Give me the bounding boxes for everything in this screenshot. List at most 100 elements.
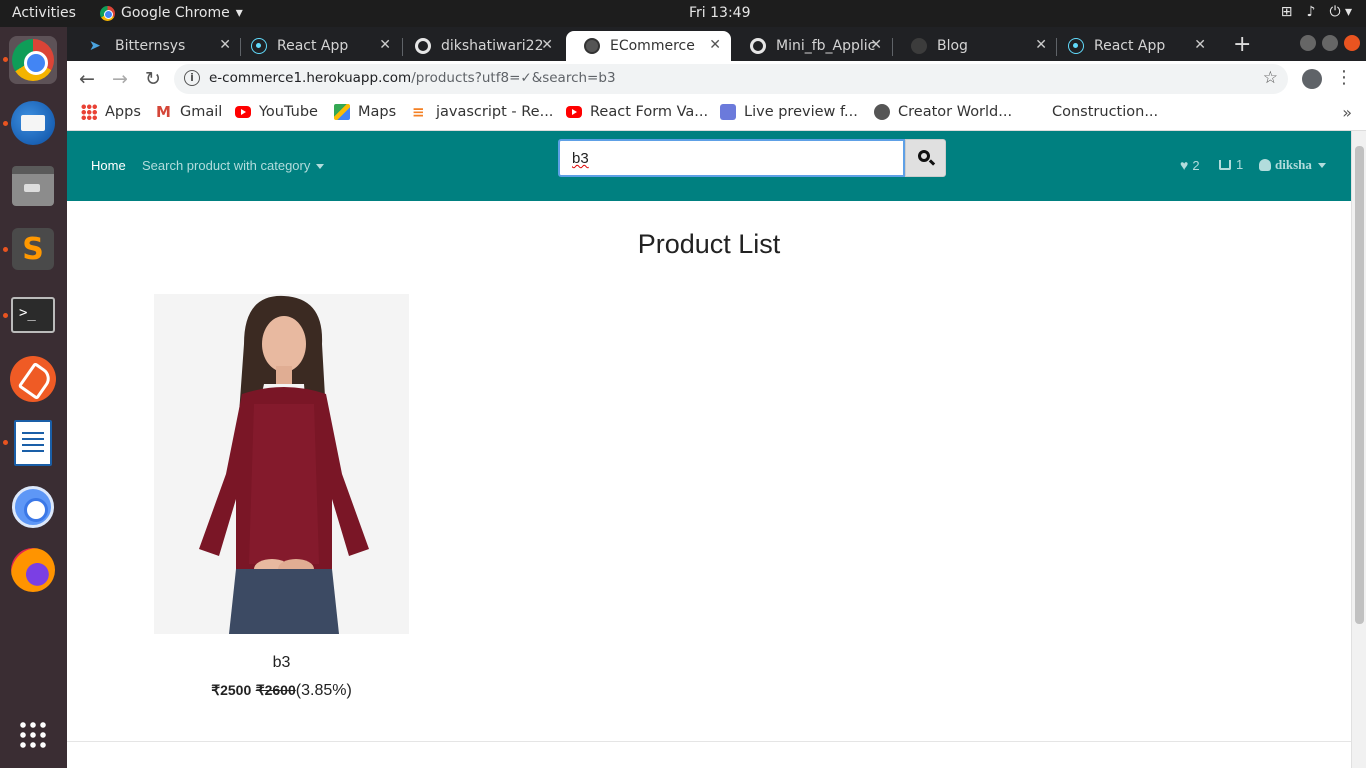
bookmarks-overflow-icon[interactable]: » bbox=[1342, 103, 1352, 122]
app-grid-icon bbox=[18, 720, 48, 750]
reload-button[interactable]: ↻ bbox=[145, 68, 161, 90]
search-input[interactable]: b3 bbox=[558, 139, 905, 177]
profile-avatar-icon[interactable] bbox=[1302, 69, 1322, 89]
tab-blog[interactable]: Blog ✕ bbox=[893, 31, 1057, 61]
terminal-icon: >_ bbox=[11, 297, 55, 333]
bookmark-label: Maps bbox=[358, 104, 397, 120]
close-icon[interactable]: ✕ bbox=[541, 37, 553, 53]
dock-sublime[interactable]: S bbox=[9, 225, 57, 273]
bookmark-javascript[interactable]: ≡ javascript - Re... bbox=[412, 104, 553, 120]
postman-icon bbox=[10, 356, 56, 402]
page-viewport: Home Search product with category b3 ♥ 2 … bbox=[67, 131, 1366, 768]
bookmark-maps[interactable]: Maps bbox=[334, 104, 396, 120]
user-icon bbox=[1259, 159, 1271, 171]
running-indicator bbox=[3, 57, 8, 62]
wishlist-link[interactable]: ♥ 2 bbox=[1180, 157, 1200, 173]
close-icon[interactable]: ✕ bbox=[1035, 37, 1047, 53]
dock-terminal[interactable]: >_ bbox=[9, 291, 57, 339]
dock-writer[interactable] bbox=[9, 419, 57, 467]
bookmark-label: javascript - Re... bbox=[436, 104, 554, 120]
product-card[interactable]: b3 ₹2500 ₹2600(3.85%) bbox=[154, 294, 409, 700]
power-icon[interactable]: ⏻ ▾ bbox=[1329, 4, 1352, 20]
window-controls bbox=[1300, 35, 1360, 51]
product-name[interactable]: b3 bbox=[154, 654, 409, 672]
search-icon-handle bbox=[928, 159, 936, 166]
system-tray[interactable]: ⊞ ♪ ⏻ ▾ bbox=[1281, 4, 1352, 20]
page-scrollbar[interactable] bbox=[1351, 131, 1366, 768]
volume-icon[interactable]: ♪ bbox=[1307, 4, 1316, 20]
tab-react-app[interactable]: React App ✕ bbox=[233, 31, 401, 61]
close-window-button[interactable] bbox=[1344, 35, 1360, 51]
user-menu[interactable]: diksha bbox=[1259, 157, 1326, 173]
network-icon[interactable]: ⊞ bbox=[1281, 4, 1293, 20]
address-bar[interactable]: i e-commerce1.herokuapp.com/products?utf… bbox=[174, 64, 1288, 94]
nav-home-link[interactable]: Home bbox=[91, 158, 126, 173]
bookmark-label: Gmail bbox=[180, 104, 223, 120]
scrollbar-thumb[interactable] bbox=[1355, 146, 1364, 624]
info-icon[interactable]: i bbox=[184, 70, 200, 86]
tab-ecommerce[interactable]: ECommerce ✕ bbox=[566, 31, 731, 61]
url-text[interactable]: e-commerce1.herokuapp.com/products?utf8=… bbox=[209, 70, 616, 86]
thunderbird-icon bbox=[11, 101, 55, 145]
maximize-button[interactable] bbox=[1322, 35, 1338, 51]
heart-icon: ♥ bbox=[1180, 157, 1189, 173]
dock-files[interactable] bbox=[9, 162, 57, 210]
bookmark-apps[interactable]: Apps bbox=[81, 104, 141, 120]
original-price: ₹2600 bbox=[255, 682, 296, 698]
chrome-icon bbox=[100, 5, 115, 21]
close-icon[interactable]: ✕ bbox=[219, 37, 231, 53]
close-icon[interactable]: ✕ bbox=[1194, 37, 1206, 53]
sublime-text-icon: S bbox=[12, 228, 54, 270]
app-menu[interactable]: Google Chrome ▾ bbox=[100, 5, 243, 21]
bookmark-creator-world[interactable]: Creator World... bbox=[874, 104, 1012, 120]
cart-icon bbox=[1219, 159, 1231, 170]
react-icon bbox=[1068, 38, 1084, 54]
search-input-value: b3 bbox=[572, 150, 589, 167]
show-applications-button[interactable] bbox=[9, 711, 57, 759]
menu-kebab-icon[interactable]: ⋮ bbox=[1335, 67, 1353, 88]
activities-button[interactable]: Activities bbox=[12, 5, 76, 21]
tab-github-mini-fb[interactable]: Mini_fb_Applic ✕ bbox=[732, 31, 892, 61]
tab-react-app-2[interactable]: React App ✕ bbox=[1050, 31, 1216, 61]
back-button[interactable]: ← bbox=[79, 68, 95, 90]
bookmark-live-preview[interactable]: Live preview f... bbox=[720, 104, 858, 120]
gmail-icon: M bbox=[156, 103, 171, 121]
youtube-icon bbox=[566, 106, 582, 118]
app-menu-label: Google Chrome bbox=[121, 5, 230, 21]
live-preview-icon bbox=[720, 104, 736, 120]
bookmark-label: React Form Va... bbox=[590, 104, 709, 120]
url-host: e-commerce1.herokuapp.com bbox=[209, 70, 412, 86]
dock-firefox[interactable] bbox=[9, 546, 57, 594]
dock-chromium[interactable] bbox=[9, 483, 57, 531]
bookmark-gmail[interactable]: M Gmail bbox=[156, 104, 222, 120]
close-icon[interactable]: ✕ bbox=[709, 37, 721, 53]
tab-github-diksha[interactable]: dikshatiwari22 ✕ bbox=[397, 31, 563, 61]
bookmark-react-form[interactable]: React Form Va... bbox=[566, 104, 708, 120]
footer-divider bbox=[67, 741, 1351, 742]
chrome-icon bbox=[12, 39, 54, 81]
new-tab-button[interactable]: + bbox=[1233, 32, 1251, 57]
forward-button[interactable]: → bbox=[112, 68, 128, 90]
browser-toolbar: ← → ↻ i e-commerce1.herokuapp.com/produc… bbox=[67, 61, 1366, 97]
bird-icon: ➤ bbox=[89, 38, 101, 54]
dock-postman[interactable] bbox=[9, 355, 57, 403]
dock-thunderbird[interactable] bbox=[9, 99, 57, 147]
product-image[interactable] bbox=[154, 294, 409, 634]
dock-chrome[interactable] bbox=[9, 36, 57, 84]
search-button[interactable] bbox=[905, 139, 946, 177]
cart-link[interactable]: 1 bbox=[1219, 157, 1243, 172]
discount-percent: (3.85%) bbox=[295, 682, 352, 699]
stackoverflow-icon: ≡ bbox=[412, 103, 425, 121]
close-icon[interactable]: ✕ bbox=[870, 37, 882, 53]
clock[interactable]: Fri 13:49 bbox=[689, 5, 750, 21]
minimize-button[interactable] bbox=[1300, 35, 1316, 51]
chevron-down-icon: ▾ bbox=[235, 5, 243, 21]
bookmark-construction[interactable]: Construction... bbox=[1052, 104, 1158, 120]
bookmark-youtube[interactable]: YouTube bbox=[235, 104, 318, 120]
close-icon[interactable]: ✕ bbox=[379, 37, 391, 53]
bookmark-star-icon[interactable]: ☆ bbox=[1263, 68, 1278, 88]
bookmark-label: Construction... bbox=[1052, 104, 1159, 120]
tab-bitternsys[interactable]: ➤ Bitternsys ✕ bbox=[71, 31, 241, 61]
category-dropdown[interactable]: Search product with category bbox=[142, 158, 325, 173]
caret-down-icon bbox=[316, 164, 325, 170]
